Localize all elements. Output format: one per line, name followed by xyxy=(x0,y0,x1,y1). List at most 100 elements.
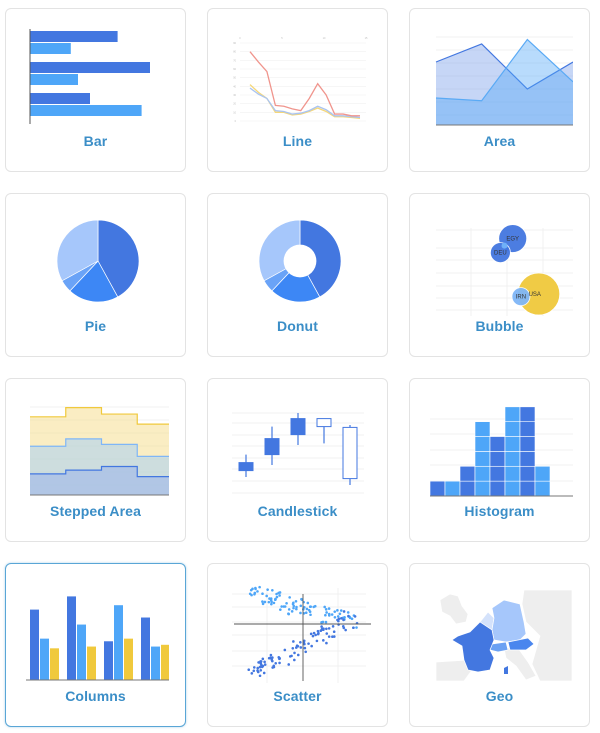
chart-card-geo[interactable]: Geo xyxy=(409,563,590,727)
bar-mark xyxy=(30,74,78,85)
column-bar xyxy=(104,641,113,680)
scatter-point-lower xyxy=(271,659,274,663)
chart-card-histogram[interactable]: Histogram xyxy=(409,378,590,542)
scatter-point-lower xyxy=(315,639,319,643)
column-bar xyxy=(40,638,49,680)
scatter-point-lower xyxy=(307,642,310,645)
candle-body xyxy=(290,418,306,436)
scatter-point-upper xyxy=(300,597,303,601)
histogram-bin xyxy=(459,465,476,482)
card-label-histogram: Histogram xyxy=(464,503,535,519)
candlestick-chart-thumbnail xyxy=(232,412,364,494)
bar-mark xyxy=(30,105,142,116)
chart-card-pie[interactable]: Pie xyxy=(5,193,186,357)
column-bar xyxy=(151,646,160,680)
chart-card-area[interactable]: Area xyxy=(409,8,590,172)
chart-card-donut[interactable]: Donut xyxy=(207,193,388,357)
y-tick-label: 30 xyxy=(233,94,236,97)
bubble-small xyxy=(501,242,508,249)
scatter-point-lower xyxy=(342,610,346,613)
scatter-point-lower xyxy=(292,640,295,643)
scatter-point-lower xyxy=(250,672,254,675)
y-tick-label: 10 xyxy=(233,111,236,114)
scatter-point-upper xyxy=(288,596,291,599)
scatter-point-upper xyxy=(269,597,273,600)
scatter-point-lower xyxy=(252,669,256,673)
scatter-point-upper xyxy=(266,588,269,591)
scatter-point-lower xyxy=(322,639,325,642)
histogram-bin xyxy=(504,451,521,467)
scatter-point-upper xyxy=(321,620,325,624)
scatter-point-upper xyxy=(271,588,274,592)
scatter-point-upper xyxy=(312,605,316,609)
histogram-bin xyxy=(489,480,506,497)
card-label-donut: Donut xyxy=(277,318,318,334)
scatter-point-lower xyxy=(344,628,347,632)
scatter-point-lower xyxy=(296,653,300,657)
card-label-pie: Pie xyxy=(84,318,107,334)
scatter-point-lower xyxy=(314,633,317,637)
line-chart-thumbnail: 01020304050607080900 5 10 15 xyxy=(233,37,368,123)
chart-card-scatter[interactable]: Scatter xyxy=(207,563,388,727)
bubble-chart-thumbnail: EGY DEU IRN USA xyxy=(436,224,573,316)
scatter-point-lower xyxy=(332,635,336,638)
chart-card-bar[interactable]: Bar xyxy=(5,8,186,172)
histogram-chart-thumbnail xyxy=(429,406,573,497)
x-tick-label: 10 xyxy=(323,37,326,40)
chart-card-bubble[interactable]: EGY DEU IRN USA Bubble xyxy=(409,193,590,357)
chart-card-columns[interactable]: Columns xyxy=(5,563,186,727)
card-label-area: Area xyxy=(483,133,516,149)
candle-body xyxy=(264,438,280,456)
donut-hole xyxy=(283,244,317,278)
card-label-stepped-area: Stepped Area xyxy=(50,503,141,519)
scatter-point-upper xyxy=(290,610,294,613)
scatter-point-lower xyxy=(337,619,340,623)
scatter-point-lower xyxy=(342,618,345,622)
scatter-point-upper xyxy=(355,626,358,629)
chart-card-stepped-area[interactable]: Stepped Area xyxy=(5,378,186,542)
scatter-point-lower xyxy=(283,648,287,652)
scatter-point-upper xyxy=(309,613,312,617)
scatter-point-lower xyxy=(327,635,331,638)
scatter-point-lower xyxy=(332,630,336,634)
column-bar xyxy=(114,605,123,680)
columns-chart-thumbnail xyxy=(26,596,169,681)
scatter-point-upper xyxy=(267,600,271,604)
scatter-point-upper xyxy=(306,601,310,605)
scatter-point-lower xyxy=(269,653,273,657)
histogram-bin xyxy=(474,436,491,452)
scatter-point-lower xyxy=(341,624,345,628)
scatter-point-upper xyxy=(295,607,298,611)
scatter-point-upper xyxy=(278,591,282,594)
candle-body xyxy=(238,462,254,472)
scatter-point-lower xyxy=(337,617,341,621)
chart-card-line[interactable]: 0 10 20 30 40 50 60 70 80 90 0 5 10 15 Line xyxy=(207,8,388,172)
scatter-point-upper xyxy=(336,609,339,612)
scatter-point-lower xyxy=(256,669,259,672)
scatter-point-upper xyxy=(272,601,276,605)
scatter-point-lower xyxy=(353,615,357,618)
chart-card-candlestick[interactable]: Candlestick xyxy=(207,378,388,542)
scatter-point-lower xyxy=(299,640,302,644)
scatter-point-lower xyxy=(294,646,298,649)
bubble-label: EGY xyxy=(506,237,519,243)
scatter-point-upper xyxy=(305,607,309,611)
histogram-bin xyxy=(504,436,521,452)
scatter-point-lower xyxy=(259,668,263,672)
scatter-point-upper xyxy=(308,605,312,608)
bar-mark xyxy=(30,62,150,73)
scatter-point-lower xyxy=(263,660,266,664)
scatter-point-upper xyxy=(294,599,298,603)
bubble-label: USA xyxy=(529,292,541,298)
histogram-bin xyxy=(504,465,521,482)
scatter-point-lower xyxy=(261,664,265,668)
scatter-point-lower xyxy=(262,671,266,675)
histogram-bin xyxy=(429,480,446,497)
card-label-bar: Bar xyxy=(83,133,108,149)
column-bar xyxy=(67,596,76,680)
scatter-point-lower xyxy=(259,660,263,663)
scatter-point-upper xyxy=(275,592,278,596)
column-bar xyxy=(50,648,59,680)
card-label-line: Line xyxy=(282,133,313,149)
histogram-bin xyxy=(504,480,521,497)
